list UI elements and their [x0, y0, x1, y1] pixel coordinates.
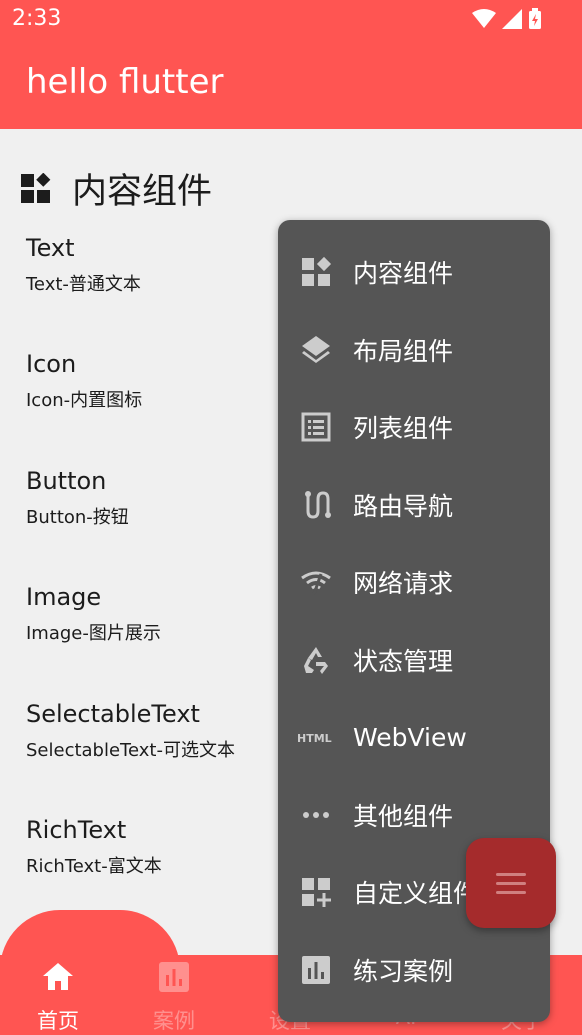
battery-icon [529, 8, 541, 29]
nav-item-cases[interactable]: 案例 [116, 955, 232, 1035]
item-title: Text [26, 234, 75, 262]
recycle-icon [300, 644, 332, 676]
list-item-selectabletext[interactable]: SelectableText SelectableText-可选文本 [26, 700, 235, 762]
svg-text:HTML: HTML [297, 732, 332, 745]
html-icon: HTML [296, 721, 340, 753]
menu-icon [496, 873, 526, 900]
list-item-icon[interactable]: Icon Icon-内置图标 [26, 350, 142, 412]
home-icon [43, 963, 73, 990]
item-title: Button [26, 467, 107, 495]
menu-item-list-widgets[interactable]: 列表组件 [278, 397, 550, 457]
nav-label: 首页 [37, 1009, 79, 1033]
menu-label: WebView [353, 722, 467, 752]
widgets-icon [300, 256, 332, 288]
menu-label: 网络请求 [353, 569, 454, 598]
widgets-icon [21, 172, 51, 203]
status-icons [472, 8, 542, 30]
section-title: 内容组件 [72, 172, 213, 212]
list-item-image[interactable]: Image Image-图片展示 [26, 583, 161, 645]
section-header: 内容组件 [20, 163, 212, 214]
menu-label: 路由导航 [353, 492, 454, 521]
list-item-richtext[interactable]: RichText RichText-富文本 [26, 816, 162, 878]
signal-icon [502, 9, 522, 29]
nav-label: 案例 [153, 1009, 195, 1033]
menu-item-layout-widgets[interactable]: 布局组件 [278, 320, 550, 380]
menu-label: 状态管理 [353, 647, 454, 676]
item-subtitle: SelectableText-可选文本 [26, 740, 235, 761]
item-title: RichText [26, 816, 127, 844]
item-subtitle: Icon-内置图标 [26, 390, 143, 411]
app-title: hello flutter [26, 62, 224, 102]
list-icon [300, 411, 332, 443]
item-subtitle: Button-按钮 [26, 507, 129, 528]
app-bar: hello flutter [0, 40, 582, 129]
menu-item-network-request[interactable]: 网络请求 [278, 552, 550, 612]
bar-chart-icon [300, 954, 332, 986]
item-subtitle: RichText-富文本 [26, 856, 162, 877]
menu-label: 布局组件 [353, 337, 454, 366]
item-subtitle: Text-普通文本 [26, 274, 141, 295]
menu-item-other-widgets[interactable]: 其他组件 [278, 785, 550, 845]
item-title: Icon [26, 350, 77, 378]
list-item-text[interactable]: Text Text-普通文本 [26, 234, 141, 296]
item-title: Image [26, 583, 102, 611]
menu-label: 其他组件 [353, 802, 454, 831]
menu-label: 自定义组件 [353, 879, 479, 908]
menu-item-content-widgets[interactable]: 内容组件 [278, 242, 550, 302]
menu-item-practice-cases[interactable]: 练习案例 [278, 940, 550, 1000]
nav-item-home[interactable]: 首页 [0, 955, 116, 1035]
menu-item-webview[interactable]: HTML WebView [278, 707, 550, 767]
layers-icon [300, 334, 332, 366]
bar-chart-icon [159, 962, 189, 992]
menu-label: 练习案例 [353, 957, 454, 986]
item-title: SelectableText [26, 700, 200, 728]
menu-label: 列表组件 [353, 414, 454, 443]
item-subtitle: Image-图片展示 [26, 623, 161, 644]
wifi-icon [300, 566, 332, 598]
list-item-button[interactable]: Button Button-按钮 [26, 467, 129, 529]
status-time: 2:33 [12, 6, 62, 31]
menu-label: 内容组件 [353, 259, 454, 288]
menu-item-state-management[interactable]: 状态管理 [278, 630, 550, 690]
more-icon [300, 799, 332, 831]
dashboard-add-icon [300, 876, 332, 908]
menu-fab-button[interactable] [466, 838, 556, 928]
status-bar: 2:33 [0, 0, 582, 40]
wifi-status-icon [472, 9, 496, 28]
menu-item-route-navigation[interactable]: 路由导航 [278, 475, 550, 535]
route-icon [300, 489, 332, 521]
